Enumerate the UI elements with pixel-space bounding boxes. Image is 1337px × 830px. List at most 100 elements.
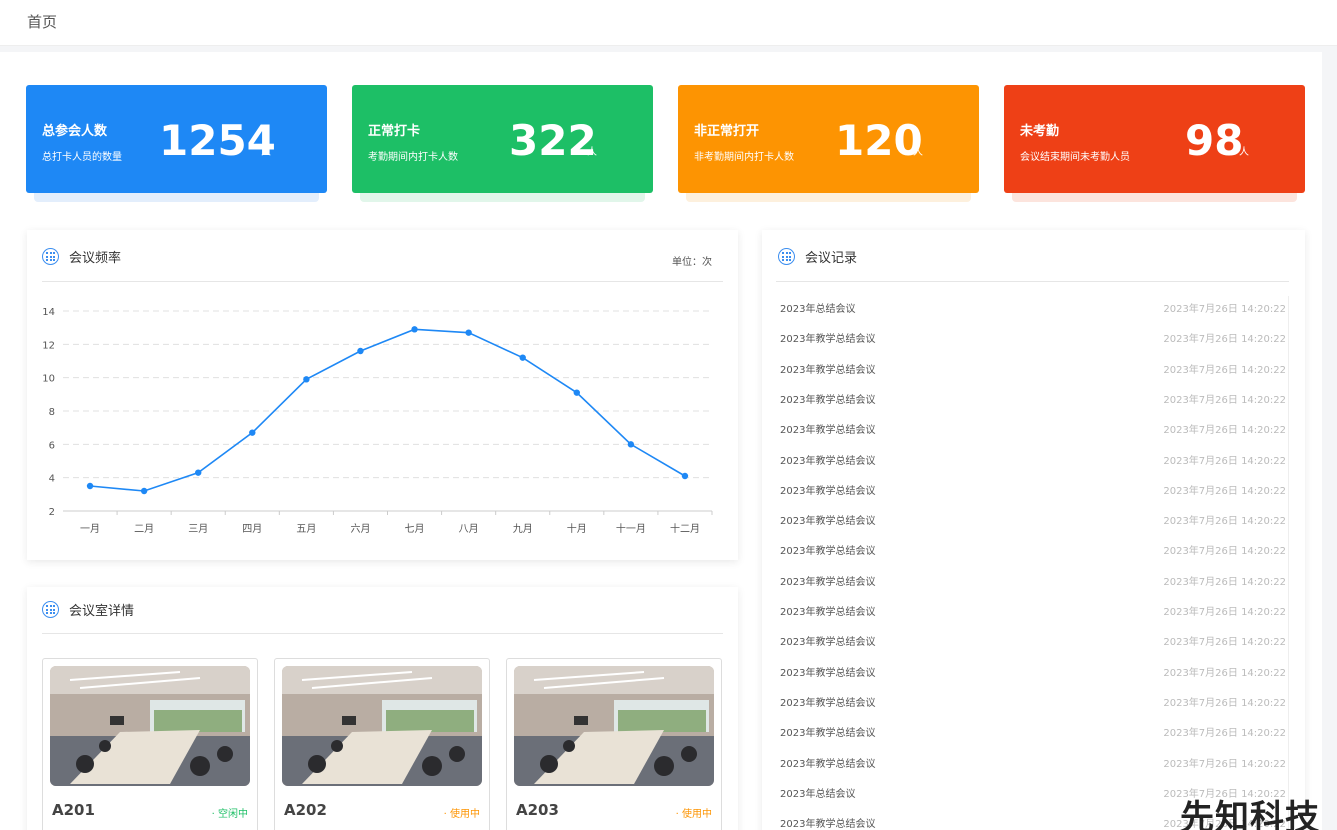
- record-time: 2023年7月26日 14:20:22: [1163, 546, 1286, 558]
- record-time: 2023年7月26日 14:20:22: [1163, 304, 1286, 315]
- stat-card-shadow: [686, 193, 971, 202]
- breadcrumb-home[interactable]: 首页: [27, 11, 57, 32]
- x-tick-label: 八月: [459, 523, 479, 535]
- record-name: 2023年教学总结会议: [780, 546, 876, 558]
- data-point[interactable]: [86, 482, 94, 490]
- stat-value: 120: [835, 116, 923, 165]
- x-tick-label: 六月: [350, 523, 370, 535]
- stat-unit: 人: [913, 147, 923, 158]
- room-title-text: 会议室详情: [69, 604, 135, 619]
- x-tick-label: 三月: [188, 523, 208, 535]
- stat-title: 正常打卡: [368, 124, 421, 139]
- record-row[interactable]: 2023年总结会议 2023年7月26日 14:20:22: [776, 296, 1286, 316]
- record-time: 2023年7月26日 14:20:22: [1163, 667, 1286, 679]
- data-point[interactable]: [681, 472, 689, 480]
- x-tick-label: 九月: [513, 523, 533, 535]
- x-tick-label: 五月: [296, 523, 316, 535]
- stat-unit: 人: [261, 147, 271, 158]
- record-time: 2023年7月26日 14:20:22: [1163, 576, 1286, 588]
- record-row[interactable]: 2023年教学总结会议 2023年7月26日 14:20:22: [776, 660, 1286, 680]
- data-point[interactable]: [519, 354, 526, 361]
- records-panel-title: 会议记录: [778, 247, 857, 266]
- x-tick-label: 二月: [134, 523, 154, 535]
- record-row[interactable]: 2023年教学总结会议 2023年7月26日 14:20:22: [776, 751, 1286, 771]
- grid-icon: [42, 601, 59, 618]
- watermark-logo: 先知科技: [1180, 798, 1320, 830]
- y-tick-label: 2: [49, 507, 55, 518]
- record-row[interactable]: 2023年教学总结会议 2023年7月26日 14:20:22: [776, 690, 1286, 710]
- record-row[interactable]: 2023年教学总结会议 2023年7月26日 14:20:22: [776, 326, 1286, 346]
- record-time: 2023年7月26日 14:20:22: [1163, 516, 1286, 528]
- record-name: 2023年教学总结会议: [780, 364, 876, 376]
- record-time: 2023年7月26日 14:20:22: [1163, 637, 1286, 649]
- x-tick-label: 十一月: [616, 522, 646, 535]
- data-point[interactable]: [357, 347, 364, 355]
- data-point[interactable]: [140, 487, 148, 495]
- y-tick-label: 4: [49, 474, 55, 485]
- record-row[interactable]: 2023年教学总结会议 2023年7月26日 14:20:22: [776, 569, 1286, 589]
- panel-divider: [42, 633, 723, 634]
- room-status: · 使用中: [443, 809, 480, 820]
- room-card-a201[interactable]: A201 · 空闲中: [42, 658, 258, 830]
- stat-title: 非正常打开: [694, 124, 760, 139]
- record-name: 2023年教学总结会议: [780, 394, 876, 406]
- panel-divider: [776, 281, 1289, 282]
- x-tick-label: 一月: [80, 523, 100, 535]
- record-time: 2023年7月26日 14:20:22: [1163, 728, 1286, 740]
- record-row[interactable]: 2023年教学总结会议 2023年7月26日 14:20:22: [776, 448, 1286, 468]
- data-point[interactable]: [465, 329, 472, 336]
- data-point[interactable]: [195, 469, 202, 476]
- record-name: 2023年教学总结会议: [780, 334, 876, 346]
- stat-value: 1254: [159, 116, 276, 165]
- stat-subtitle: 总打卡人员的数量: [42, 152, 122, 163]
- record-row[interactable]: 2023年教学总结会议 2023年7月26日 14:20:22: [776, 720, 1286, 740]
- room-card-a202[interactable]: A202 · 使用中: [274, 658, 490, 830]
- room-status: · 空闲中: [211, 809, 248, 820]
- stat-title: 总参会人数: [42, 124, 108, 139]
- record-time: 2023年7月26日 14:20:22: [1163, 485, 1286, 497]
- record-name: 2023年教学总结会议: [780, 485, 876, 497]
- records-title-text: 会议记录: [805, 251, 858, 266]
- record-row[interactable]: 2023年教学总结会议 2023年7月26日 14:20:22: [776, 599, 1286, 619]
- record-name: 2023年教学总结会议: [780, 728, 876, 740]
- stat-title: 未考勤: [1020, 124, 1060, 139]
- record-row[interactable]: 2023年教学总结会议 2023年7月26日 14:20:22: [776, 357, 1286, 377]
- record-row[interactable]: 2023年教学总结会议 2023年7月26日 14:20:22: [776, 508, 1286, 528]
- record-time: 2023年7月26日 14:20:22: [1163, 425, 1286, 437]
- stat-card-normal: 正常打卡 考勤期间内打卡人数 322 人: [352, 85, 653, 202]
- data-point[interactable]: [573, 389, 580, 396]
- room-card-a203[interactable]: A203 · 使用中: [506, 658, 722, 830]
- record-time: 2023年7月26日 14:20:22: [1163, 455, 1286, 467]
- y-tick-label: 8: [49, 407, 55, 418]
- dashboard-main: 总参会人数 总打卡人员的数量 1254 人 正常打卡 考勤期间内打卡人数 322…: [0, 52, 1322, 830]
- record-name: 2023年教学总结会议: [780, 516, 876, 528]
- meeting-room-photo: [282, 666, 482, 786]
- data-point[interactable]: [411, 326, 418, 333]
- stat-value: 98: [1185, 116, 1244, 165]
- record-row[interactable]: 2023年教学总结会议 2023年7月26日 14:20:22: [776, 387, 1286, 407]
- stat-card-abnormal: 非正常打开 非考勤期间内打卡人数 120 人: [678, 85, 979, 202]
- record-time: 2023年7月26日 14:20:22: [1163, 334, 1286, 346]
- record-row[interactable]: 2023年教学总结会议 2023年7月26日 14:20:22: [776, 478, 1286, 498]
- room-name: A201: [52, 801, 95, 819]
- room-panel-title: 会议室详情: [42, 600, 134, 619]
- record-row[interactable]: 2023年教学总结会议 2023年7月26日 14:20:22: [776, 417, 1286, 437]
- data-point[interactable]: [303, 376, 310, 383]
- stat-subtitle: 非考勤期间内打卡人数: [694, 152, 794, 163]
- meeting-room-panel: 会议室详情 A201 · 空闲中 A202 · 使用中 A203 · 使用中: [27, 587, 738, 830]
- x-tick-label: 四月: [242, 523, 262, 535]
- meeting-records-list[interactable]: 2023年总结会议 2023年7月26日 14:20:22 2023年教学总结会议 2…: [776, 296, 1289, 830]
- meeting-records-panel: 会议记录 2023年总结会议 2023年7月26日 14:20:22 2023年教学…: [762, 230, 1305, 830]
- x-tick-label: 十二月: [670, 522, 700, 535]
- record-name: 2023年教学总结会议: [780, 697, 876, 709]
- data-point[interactable]: [627, 441, 635, 448]
- meeting-room-photo: [514, 666, 714, 786]
- record-row[interactable]: 2023年教学总结会议 2023年7月26日 14:20:22: [776, 629, 1286, 649]
- record-row[interactable]: 2023年教学总结会议 2023年7月26日 14:20:22: [776, 538, 1286, 558]
- data-point[interactable]: [249, 429, 256, 436]
- x-tick-label: 十月: [567, 522, 587, 535]
- record-name: 2023年教学总结会议: [780, 637, 876, 649]
- record-name: 2023年教学总结会议: [780, 667, 876, 679]
- record-name: 2023年总结会议: [780, 788, 856, 800]
- record-name: 2023年教学总结会议: [780, 607, 876, 618]
